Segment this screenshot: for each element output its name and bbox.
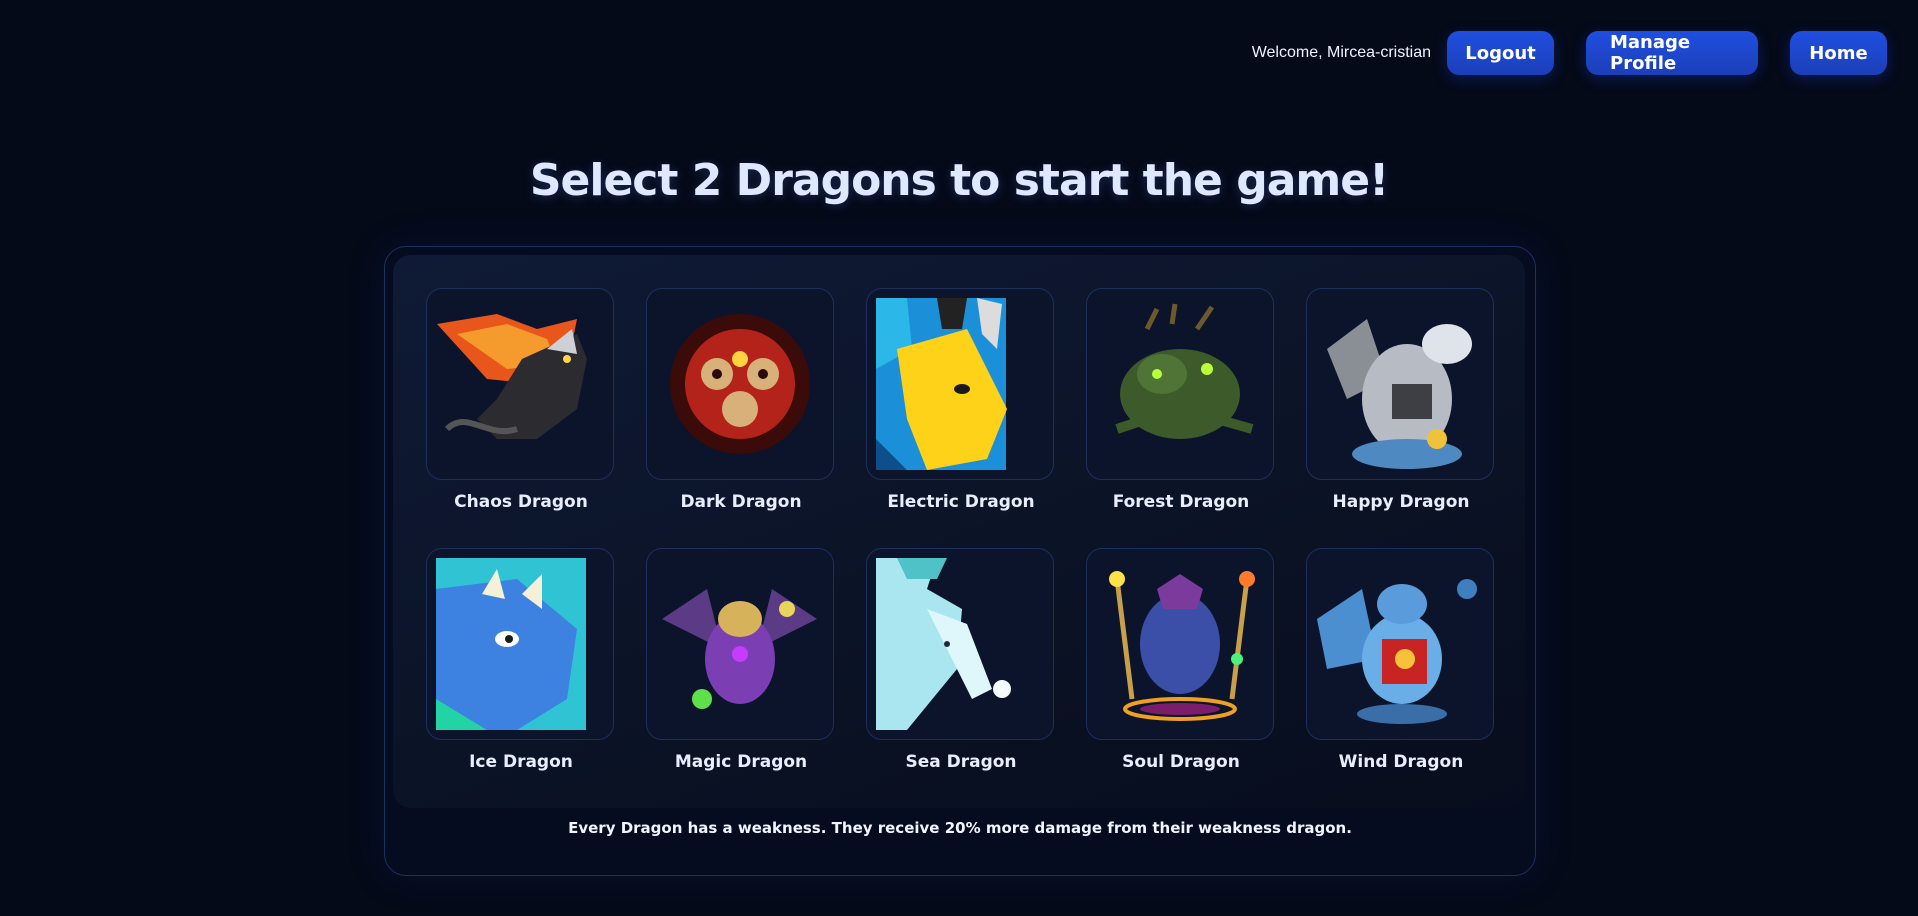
top-bar: Welcome, Mircea-cristian Logout Manage P… (1252, 31, 1887, 75)
dragon-image-forest[interactable] (1086, 288, 1274, 480)
dragon-image-dark[interactable] (646, 288, 834, 480)
page-title: Select 2 Dragons to start the game! (529, 155, 1389, 206)
dragon-name: Magic Dragon (674, 752, 808, 772)
dragon-card-ice[interactable]: Ice Dragon (426, 548, 616, 772)
dragon-card-dark[interactable]: Dark Dragon (646, 288, 836, 512)
dragon-name: Forest Dragon (1112, 492, 1250, 512)
dragon-name: Ice Dragon (469, 752, 573, 772)
home-button[interactable]: Home (1790, 31, 1887, 75)
dragon-card-chaos[interactable]: Chaos Dragon (426, 288, 616, 512)
dragon-name: Dark Dragon (680, 492, 802, 512)
dragon-name: Soul Dragon (1122, 752, 1240, 772)
dragon-image-happy[interactable] (1306, 288, 1494, 480)
welcome-text: Welcome, Mircea-cristian (1251, 44, 1431, 61)
dragon-card-magic[interactable]: Magic Dragon (646, 548, 836, 772)
dragon-card-soul[interactable]: Soul Dragon (1086, 548, 1276, 772)
dragon-grid: Chaos Dragon Dark Dragon Electric Dragon… (393, 255, 1525, 808)
dragon-image-magic[interactable] (646, 548, 834, 740)
dragon-image-ice[interactable] (426, 548, 614, 740)
weakness-note: Every Dragon has a weakness. They receiv… (568, 819, 1352, 837)
dragon-card-forest[interactable]: Forest Dragon (1086, 288, 1276, 512)
dragon-image-sea[interactable] (866, 548, 1054, 740)
dragon-name: Chaos Dragon (454, 492, 588, 512)
dragon-card-wind[interactable]: Wind Dragon (1306, 548, 1496, 772)
logout-button[interactable]: Logout (1447, 31, 1554, 75)
dragon-name: Happy Dragon (1332, 492, 1470, 512)
dragon-selection-panel: Chaos Dragon Dark Dragon Electric Dragon… (384, 246, 1536, 876)
dragon-image-wind[interactable] (1306, 548, 1494, 740)
dragon-name: Sea Dragon (905, 752, 1017, 772)
dragon-image-chaos[interactable] (426, 288, 614, 480)
dragon-name: Wind Dragon (1338, 752, 1464, 772)
dragon-card-happy[interactable]: Happy Dragon (1306, 288, 1496, 512)
dragon-card-sea[interactable]: Sea Dragon (866, 548, 1056, 772)
dragon-image-electric[interactable] (866, 288, 1054, 480)
dragon-name: Electric Dragon (887, 492, 1035, 512)
dragon-card-electric[interactable]: Electric Dragon (866, 288, 1056, 512)
dragon-image-soul[interactable] (1086, 548, 1274, 740)
manage-profile-button[interactable]: Manage Profile (1586, 31, 1758, 75)
